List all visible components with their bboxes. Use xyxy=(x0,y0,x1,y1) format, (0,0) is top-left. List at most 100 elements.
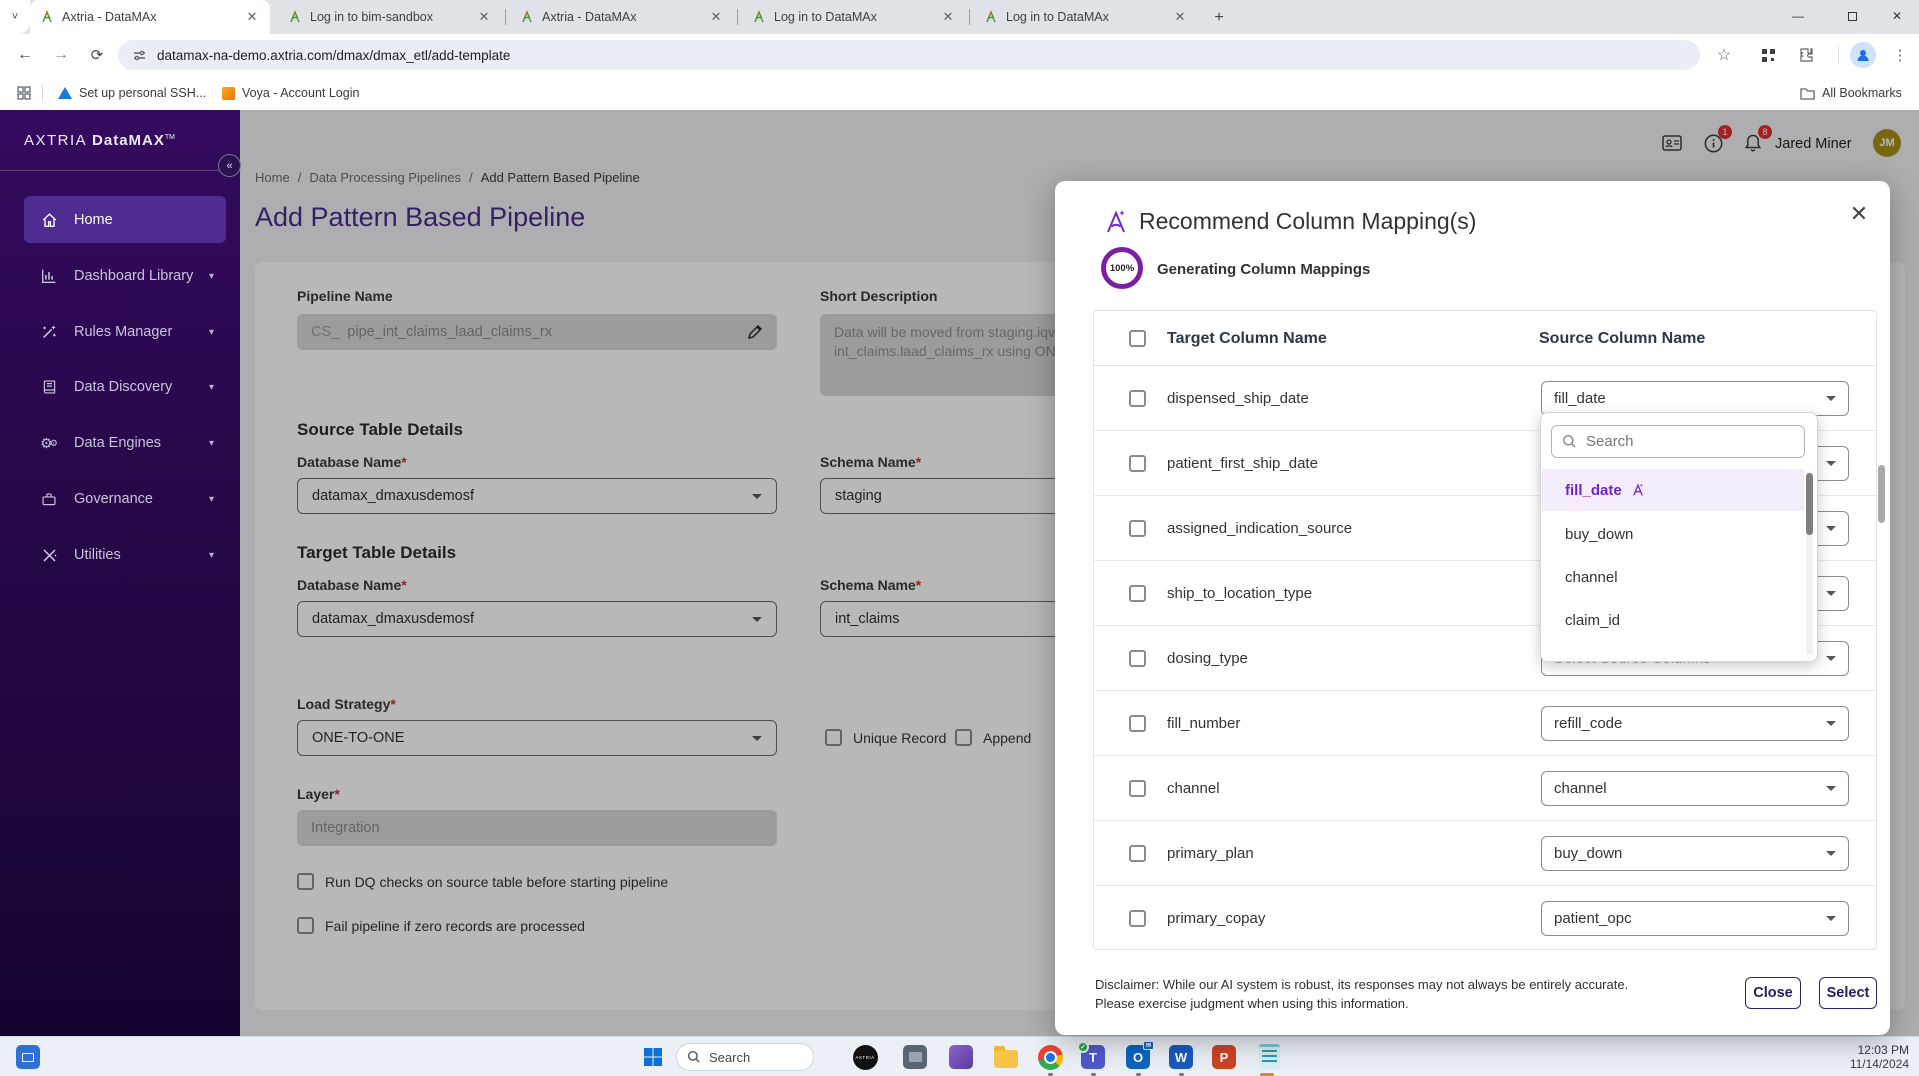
sidebar-item-rules-manager[interactable]: Rules Manager ▾ xyxy=(24,310,226,354)
source-column-dropdown[interactable]: channel xyxy=(1541,771,1849,806)
source-column-value: patient_opc xyxy=(1554,910,1632,927)
row-checkbox[interactable] xyxy=(1129,585,1146,602)
target-column-name: assigned_indication_source xyxy=(1167,520,1352,537)
taskbar-clock[interactable]: 12:03 PM 11/14/2024 xyxy=(1850,1043,1909,1071)
bookmark-item[interactable]: Voya - Account Login xyxy=(222,82,359,104)
bookmark-star-icon[interactable]: ☆ xyxy=(1712,43,1736,67)
sidebar-collapse-button[interactable]: « xyxy=(218,154,241,177)
row-checkbox[interactable] xyxy=(1129,845,1146,862)
browser-tab-2[interactable]: Log in to bim-sandbox ✕ xyxy=(278,0,502,34)
row-checkbox[interactable] xyxy=(1129,650,1146,667)
browser-profile-avatar[interactable] xyxy=(1850,42,1876,68)
taskbar-search[interactable]: Search xyxy=(676,1043,814,1071)
browser-tab-1[interactable]: Axtria - DataMAx ✕ xyxy=(30,0,270,34)
new-tab-button[interactable]: + xyxy=(1208,7,1230,29)
dropdown-search-box[interactable] xyxy=(1551,425,1805,458)
taskbar-word-icon[interactable]: W xyxy=(1168,1044,1194,1070)
recommend-column-mappings-modal: Recommend Column Mapping(s) ✕ 100% Gener… xyxy=(1055,181,1890,1035)
refresh-icon[interactable]: ⟳ xyxy=(84,42,110,68)
start-button[interactable] xyxy=(640,1044,666,1070)
apps-grid-icon[interactable] xyxy=(12,81,36,105)
option-label: channel xyxy=(1565,569,1618,586)
browser-tab-strip: ˅ Axtria - DataMAx ✕ Log in to bim-sandb… xyxy=(0,0,1919,34)
extension-grid-icon[interactable] xyxy=(1756,43,1780,67)
taskbar-axtria-icon[interactable]: AXTRIA xyxy=(852,1044,878,1070)
tab-close-icon[interactable]: ✕ xyxy=(476,9,492,25)
source-column-dropdown[interactable]: refill_code xyxy=(1541,706,1849,741)
taskbar-search-label: Search xyxy=(709,1050,750,1065)
taskbar-purple-app-icon[interactable] xyxy=(948,1044,974,1070)
site-info-icon[interactable] xyxy=(132,48,147,63)
all-bookmarks-button[interactable]: All Bookmarks xyxy=(1800,82,1902,104)
row-checkbox[interactable] xyxy=(1129,910,1146,927)
browser-tab-4[interactable]: Log in to DataMAx ✕ xyxy=(742,0,966,34)
extensions-puzzle-icon[interactable] xyxy=(1794,43,1818,67)
row-checkbox[interactable] xyxy=(1129,520,1146,537)
taskbar-notepad-icon[interactable] xyxy=(1256,1044,1282,1070)
dropdown-option-fill-date[interactable]: fill_date xyxy=(1542,469,1804,511)
address-bar[interactable]: datamax-na-demo.axtria.com/dmax/dmax_etl… xyxy=(118,40,1700,70)
dropdown-option-claim-id[interactable]: claim_id xyxy=(1542,599,1804,641)
app-logo: AXTRIA DataMAXTM xyxy=(24,132,175,149)
taskbar-file-explorer-icon[interactable] xyxy=(993,1044,1019,1070)
taskbar-powerpoint-icon[interactable]: P xyxy=(1211,1044,1237,1070)
taskbar-window-app-icon[interactable] xyxy=(902,1044,928,1070)
tab-search-icon[interactable]: ˅ xyxy=(0,0,30,34)
row-checkbox[interactable] xyxy=(1129,715,1146,732)
close-button[interactable]: Close xyxy=(1745,977,1801,1009)
close-icon[interactable]: ✕ xyxy=(1846,201,1872,227)
chevron-down-icon xyxy=(1826,591,1836,596)
row-checkbox[interactable] xyxy=(1129,390,1146,407)
dropdown-option-buy-down[interactable]: buy_down xyxy=(1542,513,1804,555)
chevron-down-icon xyxy=(1826,656,1836,661)
tab-title: Axtria - DataMAx xyxy=(542,10,700,24)
dropdown-option-channel[interactable]: channel xyxy=(1542,556,1804,598)
modal-scrollbar-thumb[interactable] xyxy=(1878,465,1885,523)
window-maximize-button[interactable] xyxy=(1830,0,1874,32)
tab-close-icon[interactable]: ✕ xyxy=(244,9,260,25)
home-icon xyxy=(38,210,60,230)
bookmark-favicon xyxy=(222,87,235,100)
sidebar-item-governance[interactable]: Governance ▾ xyxy=(24,477,226,521)
browser-tab-3[interactable]: Axtria - DataMAx ✕ xyxy=(510,0,734,34)
select-all-checkbox[interactable] xyxy=(1129,330,1146,347)
sidebar-item-home[interactable]: Home xyxy=(24,196,226,243)
target-column-name: dispensed_ship_date xyxy=(1167,390,1309,407)
row-checkbox[interactable] xyxy=(1129,455,1146,472)
dropdown-scrollbar-thumb[interactable] xyxy=(1806,473,1813,535)
source-column-value: buy_down xyxy=(1554,845,1622,862)
browser-menu-kebab-icon[interactable]: ⋮ xyxy=(1888,43,1912,67)
browser-tab-5[interactable]: Log in to DataMAx ✕ xyxy=(974,0,1198,34)
clock-date: 11/14/2024 xyxy=(1850,1057,1909,1071)
target-column-name: patient_first_ship_date xyxy=(1167,455,1318,472)
sidebar-item-dashboard-library[interactable]: Dashboard Library ▾ xyxy=(24,254,226,298)
target-column-name: channel xyxy=(1167,780,1220,797)
source-column-dropdown[interactable]: fill_date xyxy=(1541,381,1849,416)
taskbar-chrome-icon[interactable] xyxy=(1037,1044,1063,1070)
taskbar-corner-app-icon[interactable] xyxy=(15,1044,41,1070)
chevron-down-icon: ▾ xyxy=(209,494,214,505)
select-button[interactable]: Select xyxy=(1819,977,1877,1009)
forward-icon[interactable]: → xyxy=(48,42,74,68)
taskbar-teams-icon[interactable]: T ✓ xyxy=(1080,1044,1106,1070)
bookmark-item[interactable]: Set up personal SSH... xyxy=(58,82,206,104)
tab-close-icon[interactable]: ✕ xyxy=(940,9,956,25)
row-checkbox[interactable] xyxy=(1129,780,1146,797)
source-column-dropdown[interactable]: patient_opc xyxy=(1541,901,1849,936)
back-icon[interactable]: ← xyxy=(12,42,38,68)
window-minimize-button[interactable]: — xyxy=(1776,0,1820,32)
chevron-down-icon: ▾ xyxy=(209,382,214,393)
search-input[interactable] xyxy=(1586,433,1766,450)
tools-icon xyxy=(38,545,60,565)
sidebar-item-label: Data Discovery xyxy=(74,379,172,395)
tab-title: Axtria - DataMAx xyxy=(62,10,236,24)
sidebar-item-data-engines[interactable]: ⚙⚙ Data Engines ▾ xyxy=(24,421,226,465)
sidebar-item-utilities[interactable]: Utilities ▾ xyxy=(24,533,226,577)
tab-close-icon[interactable]: ✕ xyxy=(708,9,724,25)
url-text: datamax-na-demo.axtria.com/dmax/dmax_etl… xyxy=(157,48,510,63)
window-close-button[interactable]: ✕ xyxy=(1875,0,1919,32)
tab-close-icon[interactable]: ✕ xyxy=(1172,9,1188,25)
sidebar-item-data-discovery[interactable]: Data Discovery ▾ xyxy=(24,365,226,409)
source-column-dropdown[interactable]: buy_down xyxy=(1541,836,1849,871)
taskbar-outlook-icon[interactable]: O ✉ xyxy=(1125,1044,1151,1070)
